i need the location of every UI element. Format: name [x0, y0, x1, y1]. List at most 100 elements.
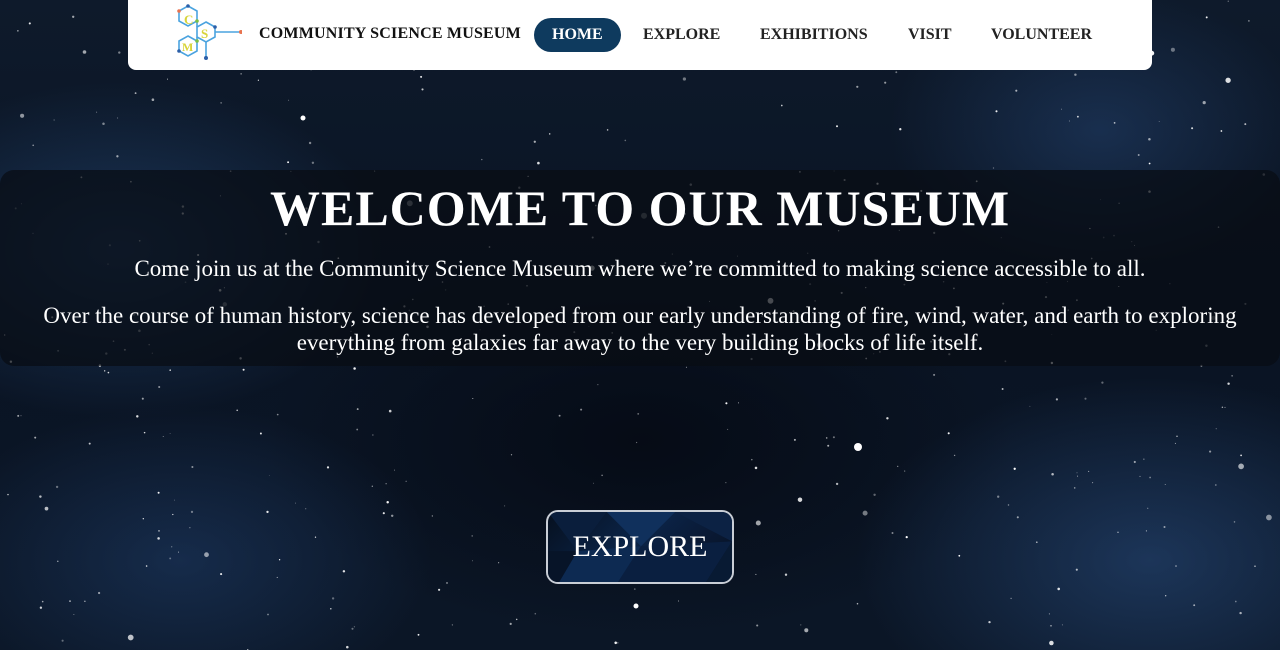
star [421, 88, 424, 91]
star [827, 444, 830, 447]
star [388, 409, 392, 413]
star [862, 510, 868, 516]
star [55, 485, 59, 489]
top-navigation-bar: C S M COMMUNITY SCIENCE MUSEUM HOME EXPL… [128, 0, 1152, 70]
star [947, 432, 950, 435]
nav-exhibitions[interactable]: EXHIBITIONS [742, 18, 886, 52]
star [287, 161, 290, 164]
star [1084, 397, 1087, 400]
star [162, 435, 164, 437]
nav-visit[interactable]: VISIT [890, 18, 970, 52]
star [537, 161, 540, 165]
explore-button[interactable]: EXPLORE [546, 510, 734, 584]
star [498, 562, 500, 564]
star [1029, 405, 1031, 407]
star [755, 573, 757, 575]
star [1233, 521, 1236, 523]
star [169, 369, 171, 371]
star [1227, 0, 1229, 2]
star [1266, 514, 1272, 521]
star [756, 624, 759, 627]
star [825, 437, 828, 439]
star [157, 537, 160, 540]
star [1074, 73, 1077, 76]
star [116, 155, 119, 158]
star [220, 102, 222, 104]
star [20, 113, 25, 118]
star [995, 110, 998, 113]
star [189, 527, 191, 529]
star [1175, 565, 1177, 567]
star [117, 117, 119, 119]
star [84, 600, 86, 602]
star [294, 502, 296, 504]
hero-banner: WELCOME TO OUR MUSEUM Come join us at th… [0, 170, 1280, 366]
star [751, 458, 753, 461]
star [534, 612, 537, 615]
star [1238, 463, 1244, 470]
star [174, 499, 175, 501]
star [266, 510, 269, 514]
star [958, 554, 961, 557]
star [172, 513, 174, 516]
star [1016, 516, 1019, 519]
star [1001, 388, 1004, 390]
star [1170, 47, 1175, 52]
star [738, 402, 739, 404]
logo-letter-m: M [182, 40, 193, 54]
star [342, 570, 346, 573]
hero-lead-text: Come join us at the Community Science Mu… [134, 256, 1146, 281]
museum-logo[interactable]: C S M [168, 0, 242, 70]
star [1050, 624, 1052, 627]
star [884, 81, 887, 84]
bright-star [854, 443, 862, 451]
star [1149, 476, 1151, 479]
star [1220, 130, 1223, 132]
star [685, 366, 687, 368]
star [372, 434, 374, 436]
star [236, 409, 239, 412]
star [417, 633, 420, 636]
star [933, 373, 936, 376]
star [472, 397, 474, 400]
star [1239, 611, 1242, 615]
star [1202, 100, 1206, 105]
star [276, 576, 278, 578]
star [624, 139, 627, 142]
star [548, 133, 551, 135]
star [20, 415, 22, 417]
star [1049, 640, 1054, 646]
star [259, 432, 262, 435]
nav-home[interactable]: HOME [534, 18, 621, 52]
star [73, 613, 75, 615]
star [1145, 530, 1147, 532]
star [481, 158, 483, 161]
star [451, 624, 454, 626]
star [44, 506, 49, 511]
star [793, 438, 796, 441]
star [1113, 122, 1116, 124]
star [136, 415, 139, 418]
star [351, 627, 354, 630]
star [1143, 458, 1145, 460]
nav-explore[interactable]: EXPLORE [625, 18, 738, 52]
star [1224, 406, 1226, 408]
star [1163, 525, 1166, 529]
star [158, 530, 160, 532]
star [1013, 467, 1016, 470]
star [891, 532, 894, 534]
star [88, 442, 91, 445]
brand-name[interactable]: COMMUNITY SCIENCE MUSEUM [259, 25, 521, 43]
star [1077, 475, 1079, 477]
star [637, 412, 640, 415]
star [558, 414, 561, 417]
star [268, 475, 270, 476]
star [682, 77, 687, 81]
nav-volunteer[interactable]: VOLUNTEER [973, 18, 1110, 52]
star [1174, 442, 1176, 444]
star [413, 69, 415, 71]
star [1117, 531, 1119, 533]
star [353, 626, 356, 628]
star [431, 515, 433, 517]
star [220, 573, 223, 576]
